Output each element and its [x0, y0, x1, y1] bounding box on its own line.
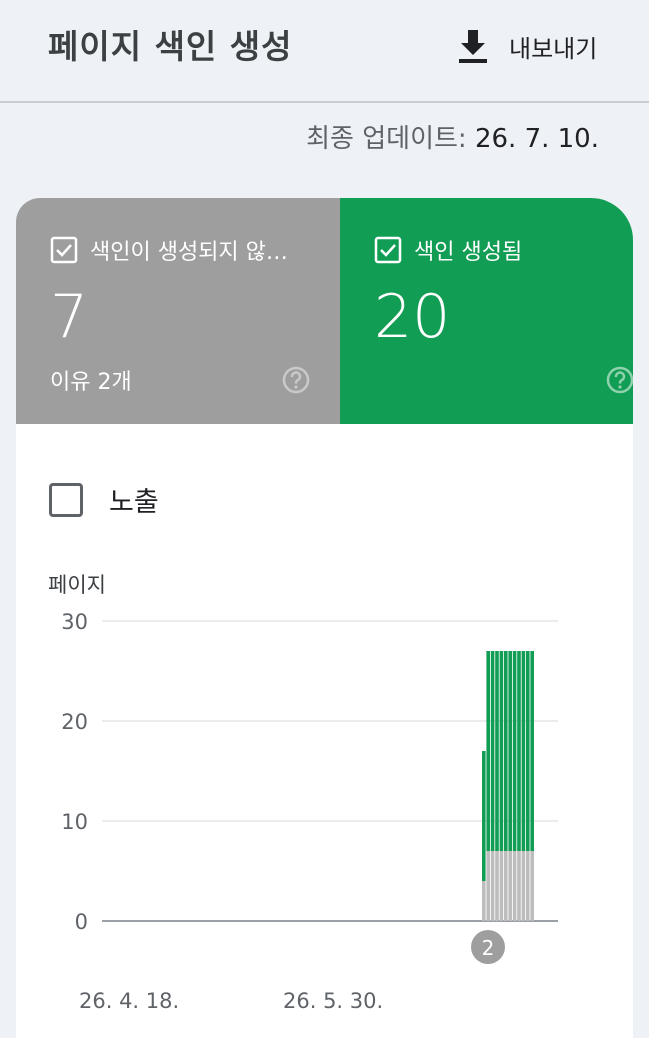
not-indexed-count: 7: [50, 282, 89, 352]
bar-not-indexed: [490, 851, 495, 921]
checkbox-checked-icon[interactable]: [50, 236, 78, 264]
bar-not-indexed: [495, 851, 499, 921]
indexed-header: 색인 생성됨: [374, 234, 522, 266]
bar-not-indexed: [499, 851, 504, 921]
bar-indexed: [517, 651, 521, 851]
y-tick-label: 30: [61, 610, 88, 634]
bar-indexed: [504, 651, 508, 851]
impressions-label: 노출: [109, 487, 159, 518]
x-tick-label: 26. 5. 30.: [283, 989, 383, 1013]
bar-indexed: [482, 751, 486, 881]
bar-indexed: [521, 651, 526, 851]
not-indexed-tile[interactable]: 색인이 생성되지 않… 7 이유 2개: [16, 198, 340, 424]
bar-indexed: [499, 651, 504, 851]
last-updated: 최종 업데이트: 26. 7. 10.: [306, 118, 599, 155]
last-updated-date: 26. 7. 10.: [474, 124, 599, 154]
x-tick-label: 26. 4. 18.: [79, 989, 179, 1013]
export-button[interactable]: 내보내기: [455, 24, 597, 68]
help-icon[interactable]: [282, 366, 310, 394]
bar-not-indexed: [508, 851, 512, 921]
annotation-label: 2: [482, 936, 495, 960]
impressions-checkbox[interactable]: [49, 482, 83, 517]
pages-chart: 페이지 0 10 20 30 2 26. 4. 18. 26. 5. 30.: [48, 573, 558, 1013]
help-icon[interactable]: [606, 366, 633, 394]
y-axis-label: 페이지: [48, 573, 106, 597]
checkbox-checked-icon[interactable]: [374, 236, 402, 264]
bar-not-indexed: [512, 851, 517, 921]
bar-not-indexed: [530, 851, 534, 921]
indexed-count: 20: [374, 282, 451, 352]
bar-indexed: [526, 651, 530, 851]
indexed-label: 색인 생성됨: [414, 240, 523, 265]
bar-not-indexed: [526, 851, 530, 921]
not-indexed-label: 색인이 생성되지 않…: [90, 240, 288, 265]
bar-indexed: [495, 651, 499, 851]
y-tick-label: 0: [75, 910, 88, 934]
y-tick-label: 20: [61, 710, 88, 734]
indexed-tile[interactable]: 색인 생성됨 20: [340, 198, 633, 424]
page-header: 페이지 색인 생성 내보내기: [0, 0, 649, 103]
bar-not-indexed: [517, 851, 521, 921]
bar-indexed: [512, 651, 517, 851]
page-title: 페이지 색인 생성: [48, 27, 293, 66]
bar-indexed: [490, 651, 495, 851]
bar-not-indexed: [504, 851, 508, 921]
impressions-toggle[interactable]: 노출: [49, 480, 159, 519]
index-report-card: 색인이 생성되지 않… 7 이유 2개 색인 생성됨 20 노출 페이지 0 10 2…: [16, 198, 633, 1038]
bar-not-indexed: [486, 851, 490, 921]
download-icon: [459, 30, 487, 63]
last-updated-label: 최종 업데이트:: [306, 124, 467, 154]
bar-indexed: [530, 651, 534, 851]
bar-indexed: [508, 651, 512, 851]
bar-not-indexed: [482, 881, 486, 921]
export-label: 내보내기: [509, 34, 598, 63]
not-indexed-reasons: 이유 2개: [50, 370, 132, 395]
bar-indexed: [486, 651, 490, 851]
y-tick-label: 10: [61, 810, 88, 834]
bar-not-indexed: [521, 851, 526, 921]
not-indexed-header: 색인이 생성되지 않…: [50, 234, 288, 266]
